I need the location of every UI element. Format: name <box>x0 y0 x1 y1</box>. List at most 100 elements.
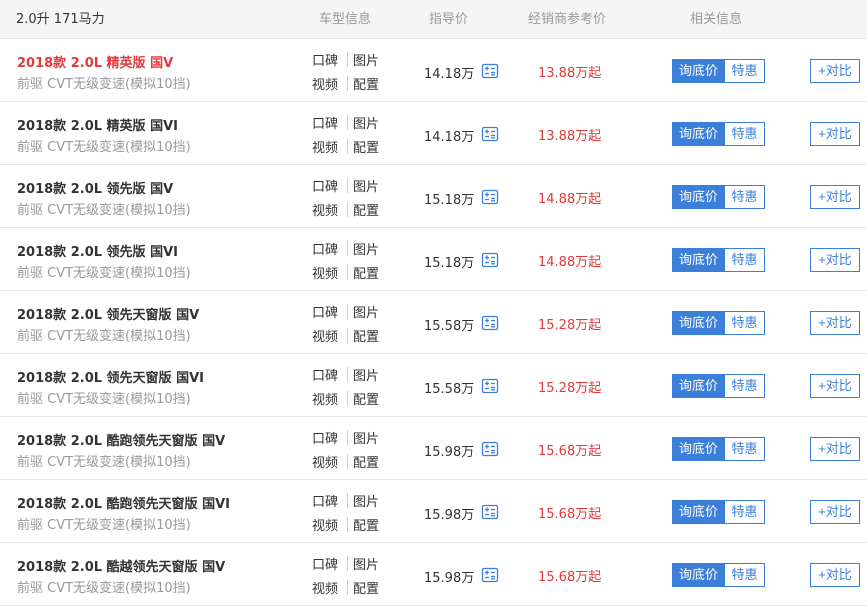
ask-price-button[interactable]: 询底价 <box>672 248 725 272</box>
reviews-link[interactable]: 口碑 <box>312 239 338 258</box>
dealer-price: 13.88万起 <box>538 129 602 144</box>
config-link[interactable]: 配置 <box>353 263 379 282</box>
ask-price-button[interactable]: 询底价 <box>672 59 725 83</box>
divider <box>347 241 348 256</box>
divider <box>347 304 348 319</box>
add-compare-button[interactable]: +对比 <box>810 185 860 209</box>
transmission-text: 前驱 CVT无级变速(模拟10挡) <box>17 266 191 281</box>
add-compare-button[interactable]: +对比 <box>810 122 860 146</box>
ask-price-button[interactable]: 询底价 <box>672 122 725 146</box>
model-name-link[interactable]: 2018款 2.0L 精英版 国VI <box>17 115 178 134</box>
config-link[interactable]: 配置 <box>353 515 379 534</box>
promo-button[interactable]: 特惠 <box>725 122 765 146</box>
reviews-link[interactable]: 口碑 <box>312 554 338 573</box>
reviews-link[interactable]: 口碑 <box>312 491 338 510</box>
promo-button[interactable]: 特惠 <box>725 374 765 398</box>
ask-price-button[interactable]: 询底价 <box>672 563 725 587</box>
config-link[interactable]: 配置 <box>353 200 379 219</box>
reviews-link[interactable]: 口碑 <box>312 302 338 321</box>
photos-link[interactable]: 图片 <box>353 302 379 321</box>
config-link[interactable]: 配置 <box>353 578 379 597</box>
table-row: 2018款 2.0L 精英版 国V 前驱 CVT无级变速(模拟10挡) 口碑 图… <box>0 39 867 102</box>
photos-link[interactable]: 图片 <box>353 113 379 132</box>
videos-link[interactable]: 视频 <box>312 452 338 471</box>
add-compare-button[interactable]: +对比 <box>810 59 860 83</box>
guide-price: 15.98万 <box>424 445 475 460</box>
config-link[interactable]: 配置 <box>353 137 379 156</box>
calculator-icon[interactable] <box>481 63 499 79</box>
videos-link[interactable]: 视频 <box>312 200 338 219</box>
model-name-link[interactable]: 2018款 2.0L 领先版 国VI <box>17 241 178 260</box>
photos-link[interactable]: 图片 <box>353 50 379 69</box>
guide-price: 15.18万 <box>424 256 475 271</box>
photos-link[interactable]: 图片 <box>353 176 379 195</box>
divider <box>347 580 348 595</box>
calculator-icon[interactable] <box>481 189 499 205</box>
dealer-price: 14.88万起 <box>538 192 602 207</box>
promo-button[interactable]: 特惠 <box>725 500 765 524</box>
videos-link[interactable]: 视频 <box>312 389 338 408</box>
calculator-icon[interactable] <box>481 315 499 331</box>
photos-link[interactable]: 图片 <box>353 491 379 510</box>
model-name-link[interactable]: 2018款 2.0L 酷跑领先天窗版 国V <box>17 430 225 449</box>
ask-price-button[interactable]: 询底价 <box>672 500 725 524</box>
promo-button[interactable]: 特惠 <box>725 437 765 461</box>
model-name-link[interactable]: 2018款 2.0L 领先天窗版 国VI <box>17 367 204 386</box>
calculator-icon[interactable] <box>481 126 499 142</box>
config-link[interactable]: 配置 <box>353 326 379 345</box>
add-compare-button[interactable]: +对比 <box>810 563 860 587</box>
transmission-text: 前驱 CVT无级变速(模拟10挡) <box>17 392 191 407</box>
promo-button[interactable]: 特惠 <box>725 59 765 83</box>
add-compare-button[interactable]: +对比 <box>810 500 860 524</box>
photos-link[interactable]: 图片 <box>353 428 379 447</box>
photos-link[interactable]: 图片 <box>353 239 379 258</box>
videos-link[interactable]: 视频 <box>312 326 338 345</box>
videos-link[interactable]: 视频 <box>312 263 338 282</box>
transmission-text: 前驱 CVT无级变速(模拟10挡) <box>17 329 191 344</box>
calculator-icon[interactable] <box>481 252 499 268</box>
promo-button[interactable]: 特惠 <box>725 248 765 272</box>
photos-link[interactable]: 图片 <box>353 365 379 384</box>
model-name-link[interactable]: 2018款 2.0L 酷跑领先天窗版 国VI <box>17 493 230 512</box>
ask-price-button[interactable]: 询底价 <box>672 311 725 335</box>
promo-button[interactable]: 特惠 <box>725 311 765 335</box>
add-compare-button[interactable]: +对比 <box>810 374 860 398</box>
add-compare-button[interactable]: +对比 <box>810 437 860 461</box>
reviews-link[interactable]: 口碑 <box>312 365 338 384</box>
reviews-link[interactable]: 口碑 <box>312 113 338 132</box>
calculator-icon[interactable] <box>481 378 499 394</box>
dealer-price: 15.68万起 <box>538 444 602 459</box>
ask-price-button[interactable]: 询底价 <box>672 374 725 398</box>
config-link[interactable]: 配置 <box>353 452 379 471</box>
calculator-icon[interactable] <box>481 441 499 457</box>
calculator-icon[interactable] <box>481 567 499 583</box>
model-name-link[interactable]: 2018款 2.0L 酷越领先天窗版 国V <box>17 556 225 575</box>
ask-price-button[interactable]: 询底价 <box>672 185 725 209</box>
config-link[interactable]: 配置 <box>353 74 379 93</box>
ask-price-button[interactable]: 询底价 <box>672 437 725 461</box>
add-compare-button[interactable]: +对比 <box>810 311 860 335</box>
divider <box>347 178 348 193</box>
add-compare-button[interactable]: +对比 <box>810 248 860 272</box>
model-name-link[interactable]: 2018款 2.0L 精英版 国V <box>17 52 173 71</box>
transmission-text: 前驱 CVT无级变速(模拟10挡) <box>17 581 191 596</box>
divider <box>347 517 348 532</box>
videos-link[interactable]: 视频 <box>312 515 338 534</box>
model-name-link[interactable]: 2018款 2.0L 领先天窗版 国V <box>17 304 199 323</box>
table-header: 2.0升 171马力 车型信息 指导价 经销商参考价 相关信息 <box>0 0 867 39</box>
dealer-price: 15.68万起 <box>538 570 602 585</box>
model-name-link[interactable]: 2018款 2.0L 领先版 国V <box>17 178 173 197</box>
promo-button[interactable]: 特惠 <box>725 185 765 209</box>
photos-link[interactable]: 图片 <box>353 554 379 573</box>
videos-link[interactable]: 视频 <box>312 137 338 156</box>
config-link[interactable]: 配置 <box>353 389 379 408</box>
videos-link[interactable]: 视频 <box>312 578 338 597</box>
calculator-icon[interactable] <box>481 504 499 520</box>
reviews-link[interactable]: 口碑 <box>312 50 338 69</box>
dealer-price: 13.88万起 <box>538 66 602 81</box>
dealer-price: 14.88万起 <box>538 255 602 270</box>
reviews-link[interactable]: 口碑 <box>312 176 338 195</box>
reviews-link[interactable]: 口碑 <box>312 428 338 447</box>
videos-link[interactable]: 视频 <box>312 74 338 93</box>
promo-button[interactable]: 特惠 <box>725 563 765 587</box>
